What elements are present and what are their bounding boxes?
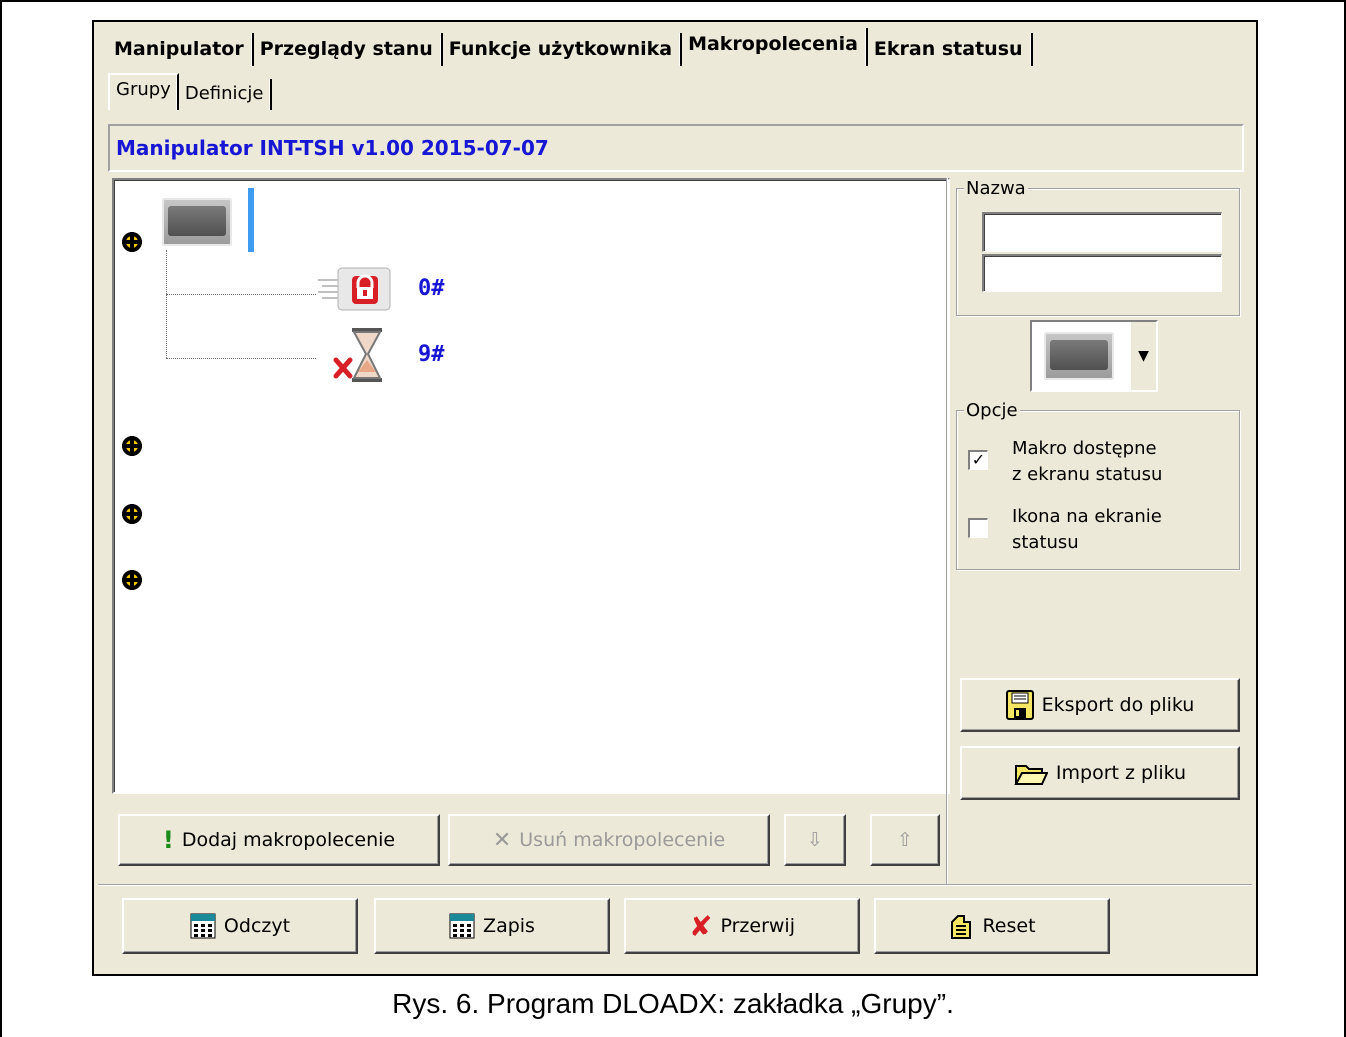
macro-available-label: Makro dostępne z ekranu statusu: [1012, 438, 1163, 485]
write-keypad-icon: [449, 913, 475, 939]
move-up-button[interactable]: ⇧: [870, 814, 940, 866]
tab-manipulator[interactable]: Manipulator: [108, 33, 254, 66]
macro-available-checkbox[interactable]: ✓: [968, 450, 988, 470]
keypad-icon: [1044, 332, 1114, 380]
arrow-up-icon: ⇧: [897, 829, 913, 851]
tree-node-9-label[interactable]: 9#: [418, 342, 445, 367]
reset-button[interactable]: Reset: [874, 898, 1110, 954]
remove-macro-button[interactable]: ✕ Usuń makropolecenie: [448, 814, 770, 866]
tree-connector-0: [166, 294, 316, 295]
tab-funkcje-uzytkownika[interactable]: Funkcje użytkownika: [443, 33, 683, 66]
main-tab-bar: Manipulator Przeglądy stanu Funkcje użyt…: [108, 28, 1033, 66]
status-icon-checkbox[interactable]: [968, 518, 988, 538]
red-x-icon: ✘: [689, 909, 713, 943]
interrupt-button[interactable]: ✘ Przerwij: [624, 898, 860, 954]
read-button[interactable]: Odczyt: [122, 898, 358, 954]
device-title: Manipulator INT-TSH v1.00 2015-07-07: [116, 136, 549, 160]
tree-node-0-label[interactable]: 0#: [418, 276, 445, 301]
macro-group-tree[interactable]: 0# 9#: [112, 178, 950, 794]
tab-definicje[interactable]: Definicje: [179, 79, 272, 110]
hourglass-cancel-icon: [333, 328, 382, 382]
bottom-separator: [98, 884, 1252, 886]
lock-icon: [318, 267, 391, 311]
floppy-disk-icon: [1005, 690, 1034, 720]
figure-caption: Rys. 6. Program DLOADX: zakładka „Grupy”…: [392, 988, 954, 1019]
right-panel-separator: [946, 178, 948, 884]
name-groupbox: [956, 188, 1240, 316]
add-macro-button[interactable]: ! Dodaj makropolecenie: [118, 814, 440, 866]
open-folder-icon: [1014, 765, 1048, 785]
remove-x-icon: ✕: [492, 827, 512, 853]
options-group-title: Opcje: [964, 400, 1020, 421]
name-line1-input[interactable]: [982, 212, 1222, 252]
group-slot-4-bullet-icon[interactable]: [122, 570, 142, 590]
exclamation-icon: !: [162, 826, 174, 854]
chevron-down-icon[interactable]: ▼: [1130, 322, 1156, 390]
group-keypad-icon[interactable]: [162, 198, 232, 246]
import-button[interactable]: Import z pliku: [960, 746, 1240, 800]
name-group-title: Nazwa: [964, 178, 1028, 199]
read-keypad-icon: [190, 913, 216, 939]
reset-hand-icon: [951, 915, 972, 939]
name-line2-input[interactable]: [982, 254, 1222, 292]
group-slot-1-bullet-icon[interactable]: [122, 232, 142, 252]
tree-node-9[interactable]: [330, 326, 390, 384]
tab-przeglady-stanu[interactable]: Przeglądy stanu: [254, 33, 443, 66]
tab-grupy[interactable]: Grupy: [108, 73, 179, 110]
sub-tab-bar: Grupy Definicje: [108, 73, 272, 110]
tab-makropolecenia[interactable]: Makropolecenia: [682, 28, 868, 66]
tab-ekran-statusu[interactable]: Ekran statusu: [868, 33, 1033, 66]
text-cursor: [248, 188, 254, 252]
group-slot-3-bullet-icon[interactable]: [122, 504, 142, 524]
tree-connector-9: [166, 358, 316, 359]
group-slot-2-bullet-icon[interactable]: [122, 436, 142, 456]
dloadx-window: Manipulator Przeglądy stanu Funkcje użyt…: [92, 20, 1258, 976]
move-down-button[interactable]: ⇩: [784, 814, 846, 866]
tree-connector-vertical: [166, 250, 167, 358]
icon-select[interactable]: ▼: [1030, 320, 1158, 392]
export-button[interactable]: Eksport do pliku: [960, 678, 1240, 732]
tree-node-0[interactable]: [316, 266, 396, 314]
device-header: Manipulator INT-TSH v1.00 2015-07-07: [108, 124, 1244, 172]
arrow-down-icon: ⇩: [807, 829, 823, 851]
status-icon-label: Ikona na ekranie statusu: [1012, 506, 1162, 553]
write-button[interactable]: Zapis: [374, 898, 610, 954]
